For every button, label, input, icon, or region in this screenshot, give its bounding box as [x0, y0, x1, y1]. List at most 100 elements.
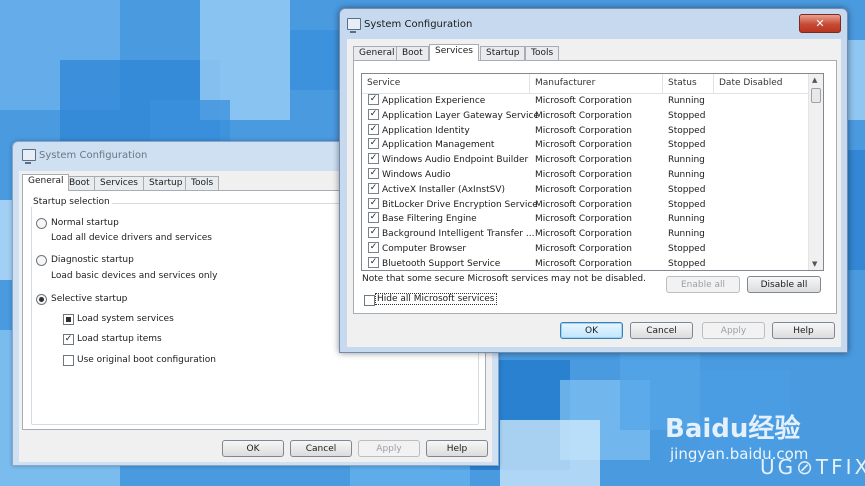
baidu-watermark: Baidu经验 [665, 414, 801, 444]
tab-startup[interactable]: Startup [480, 46, 526, 60]
diagnostic-startup-label[interactable]: Diagnostic startup [51, 255, 134, 265]
note-text: Note that some secure Microsoft services… [362, 274, 646, 284]
service-checkbox[interactable]: ✓ [368, 182, 379, 194]
help-button[interactable]: Help [772, 322, 835, 339]
apply-button[interactable]: Apply [702, 322, 765, 339]
use-original-boot-config-label[interactable]: Use original boot configuration [77, 355, 216, 365]
window-title: System Configuration [39, 150, 148, 161]
service-name: Application Management [382, 140, 495, 151]
service-manufacturer: Microsoft Corporation [535, 169, 632, 180]
service-row[interactable]: ✓ Computer Browser Microsoft Corporation St… [362, 241, 809, 257]
scroll-up-icon[interactable]: ▲ [812, 76, 817, 84]
hide-ms-services-label[interactable]: Hide all Microsoft services [375, 293, 497, 305]
service-name: Bluetooth Support Service [382, 258, 501, 269]
service-name: Background Intelligent Transfer ... [382, 229, 535, 240]
service-name: Windows Audio Endpoint Builder [382, 155, 529, 166]
hide-ms-services-checkbox[interactable] [364, 295, 375, 306]
service-checkbox[interactable]: ✓ [368, 167, 379, 179]
diagnostic-startup-desc: Load basic devices and services only [51, 271, 218, 281]
service-row[interactable]: ✓ Application Identity Microsoft Corporati… [362, 123, 809, 139]
load-startup-items-checkbox[interactable]: ✓ [63, 334, 74, 345]
ugetfix-watermark: UG⊘TFIX [760, 455, 865, 479]
service-row[interactable]: ✓ Application Experience Microsoft Corpora… [362, 94, 809, 109]
service-row[interactable]: ✓ Base Filtering Engine Microsoft Corporat… [362, 212, 809, 227]
service-row[interactable]: ✓ Background Intelligent Transfer ... Micr… [362, 227, 809, 242]
service-checkbox[interactable]: ✓ [368, 138, 379, 150]
msconfig-icon [22, 149, 36, 164]
tab-strip: General Boot Services Startup Tools [353, 44, 833, 61]
title-bar[interactable]: System Configuration ✕ [340, 9, 847, 37]
tab-services[interactable]: Services [94, 176, 144, 190]
service-checkbox[interactable]: ✓ [368, 108, 379, 120]
background-tile [500, 420, 600, 486]
scroll-down-icon[interactable]: ▼ [812, 260, 817, 268]
service-rows: ✓ Application Experience Microsoft Corpora… [362, 94, 809, 270]
ok-button[interactable]: OK [222, 440, 284, 457]
column-header-status[interactable]: Status [663, 74, 714, 93]
tab-general[interactable]: General [22, 174, 70, 191]
service-status: Running [668, 169, 705, 180]
service-checkbox[interactable]: ✓ [368, 153, 379, 165]
close-icon: ✕ [815, 17, 825, 30]
tab-boot[interactable]: Boot [396, 46, 429, 60]
scroll-thumb[interactable] [811, 88, 821, 103]
load-startup-items-label[interactable]: Load startup items [77, 334, 162, 344]
apply-button[interactable]: Apply [358, 440, 420, 457]
service-checkbox[interactable]: ✓ [368, 123, 379, 135]
service-checkbox[interactable]: ✓ [368, 227, 379, 239]
diagnostic-startup-radio[interactable] [36, 255, 47, 266]
system-configuration-window-services: System Configuration ✕ General Boot Serv… [339, 8, 848, 353]
service-checkbox[interactable]: ✓ [368, 94, 379, 105]
service-name: Computer Browser [382, 243, 467, 254]
cancel-button[interactable]: Cancel [630, 322, 693, 339]
cancel-button[interactable]: Cancel [290, 440, 352, 457]
close-button[interactable]: ✕ [799, 14, 841, 33]
service-checkbox[interactable]: ✓ [368, 256, 379, 268]
service-name: Application Identity [382, 125, 470, 136]
enable-all-button[interactable]: Enable all [666, 276, 740, 293]
column-header-date-disabled[interactable]: Date Disabled [714, 74, 809, 93]
service-checkbox[interactable]: ✓ [368, 212, 379, 224]
service-status: Stopped [668, 110, 706, 121]
window-title: System Configuration [364, 19, 473, 30]
service-status: Stopped [668, 140, 706, 151]
normal-startup-desc: Load all device drivers and services [51, 233, 212, 243]
service-manufacturer: Microsoft Corporation [535, 214, 632, 225]
service-status: Stopped [668, 199, 706, 210]
selective-startup-label[interactable]: Selective startup [51, 294, 127, 304]
vertical-scrollbar[interactable]: ▲ ▼ [808, 74, 823, 270]
service-row[interactable]: ✓ Application Layer Gateway Service Micros… [362, 108, 809, 124]
service-row[interactable]: ✓ Application Management Microsoft Corpora… [362, 138, 809, 153]
service-manufacturer: Microsoft Corporation [535, 125, 632, 136]
msconfig-icon [347, 18, 361, 33]
use-original-boot-config-checkbox[interactable] [63, 355, 74, 366]
load-system-services-checkbox[interactable] [63, 314, 74, 325]
normal-startup-label[interactable]: Normal startup [51, 218, 119, 228]
tab-general[interactable]: General [353, 46, 401, 60]
service-checkbox[interactable]: ✓ [368, 241, 379, 253]
service-status: Stopped [668, 243, 706, 254]
service-row[interactable]: ✓ Windows Audio Endpoint Builder Microsoft… [362, 153, 809, 168]
tab-tools[interactable]: Tools [525, 46, 560, 60]
help-button[interactable]: Help [426, 440, 488, 457]
disable-all-button[interactable]: Disable all [747, 276, 821, 293]
normal-startup-radio[interactable] [36, 218, 47, 229]
service-row[interactable]: ✓ Windows Audio Microsoft Corporation Runni… [362, 167, 809, 183]
service-checkbox[interactable]: ✓ [368, 197, 379, 209]
group-label: Startup selection [31, 197, 112, 207]
service-row[interactable]: ✓ ActiveX Installer (AxInstSV) Microsoft C… [362, 182, 809, 198]
service-row[interactable]: ✓ BitLocker Drive Encryption Service Micro… [362, 197, 809, 213]
service-name: Base Filtering Engine [382, 214, 477, 225]
ok-button[interactable]: OK [560, 322, 623, 339]
services-list[interactable]: Service Manufacturer Status Date Disable… [361, 73, 824, 271]
tab-startup[interactable]: Startup [143, 176, 189, 190]
service-manufacturer: Microsoft Corporation [535, 96, 632, 106]
selective-startup-radio[interactable] [36, 294, 47, 305]
column-header-service[interactable]: Service [362, 74, 530, 93]
service-status: Running [668, 155, 705, 166]
tab-services[interactable]: Services [429, 44, 479, 61]
column-header-manufacturer[interactable]: Manufacturer [530, 74, 663, 93]
tab-tools[interactable]: Tools [185, 176, 220, 190]
load-system-services-label[interactable]: Load system services [77, 314, 174, 324]
service-row[interactable]: ✓ Bluetooth Support Service Microsoft Corp… [362, 256, 809, 270]
